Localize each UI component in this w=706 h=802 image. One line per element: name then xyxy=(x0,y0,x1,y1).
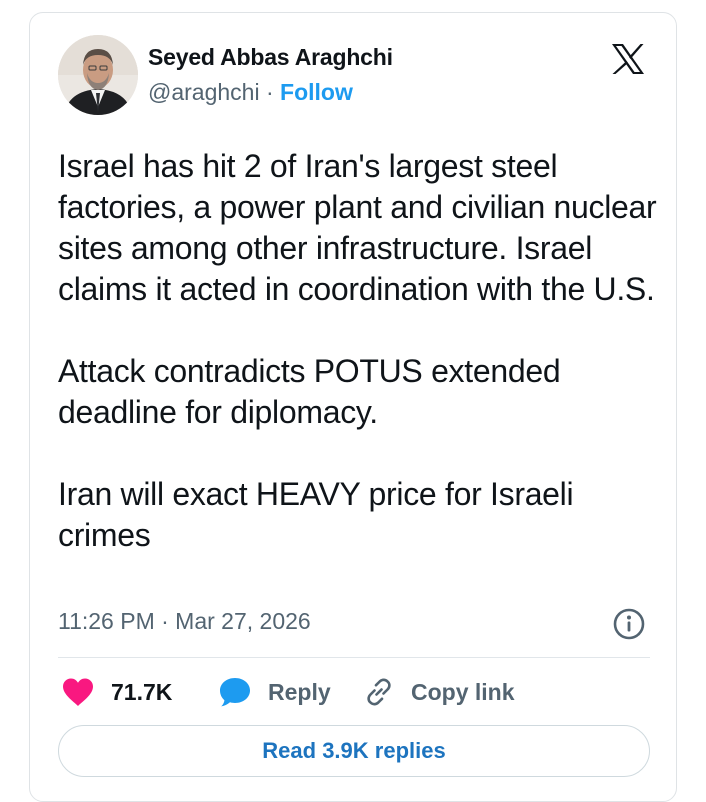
x-logo-icon[interactable] xyxy=(608,39,648,79)
tweet-timestamp[interactable]: 11:26 PM · Mar 27, 2026 xyxy=(58,608,311,635)
reply-label: Reply xyxy=(268,678,331,705)
separator-dot: · xyxy=(265,79,274,105)
tweet-paragraph: Attack contradicts POTUS extended deadli… xyxy=(58,353,561,430)
avatar[interactable] xyxy=(58,35,138,115)
link-icon xyxy=(367,678,391,706)
tweet-text: Israel has hit 2 of Iran's largest steel… xyxy=(58,146,658,556)
author-handle[interactable]: @araghchi xyxy=(148,79,260,105)
like-count: 71.7K xyxy=(111,678,173,705)
reply-button[interactable]: Reply xyxy=(218,675,331,709)
tweet-paragraph: Israel has hit 2 of Iran's largest steel… xyxy=(58,148,657,307)
speech-bubble-icon xyxy=(220,678,250,707)
divider xyxy=(58,657,650,658)
author-handle-row: @araghchi · Follow xyxy=(148,79,353,106)
copy-link-label: Copy link xyxy=(411,678,515,705)
read-replies-button[interactable]: Read 3.9K replies xyxy=(58,725,650,777)
tweet-paragraph: Iran will exact HEAVY price for Israeli … xyxy=(58,476,574,553)
info-icon[interactable] xyxy=(612,607,646,641)
avatar-image xyxy=(58,35,138,115)
author-name[interactable]: Seyed Abbas Araghchi xyxy=(148,44,393,71)
like-button[interactable]: 71.7K xyxy=(61,675,172,709)
tweet-card: Seyed Abbas Araghchi @araghchi · Follow … xyxy=(29,12,677,802)
follow-button[interactable]: Follow xyxy=(280,79,353,105)
heart-icon xyxy=(63,678,93,706)
copy-link-button[interactable]: Copy link xyxy=(363,675,515,709)
